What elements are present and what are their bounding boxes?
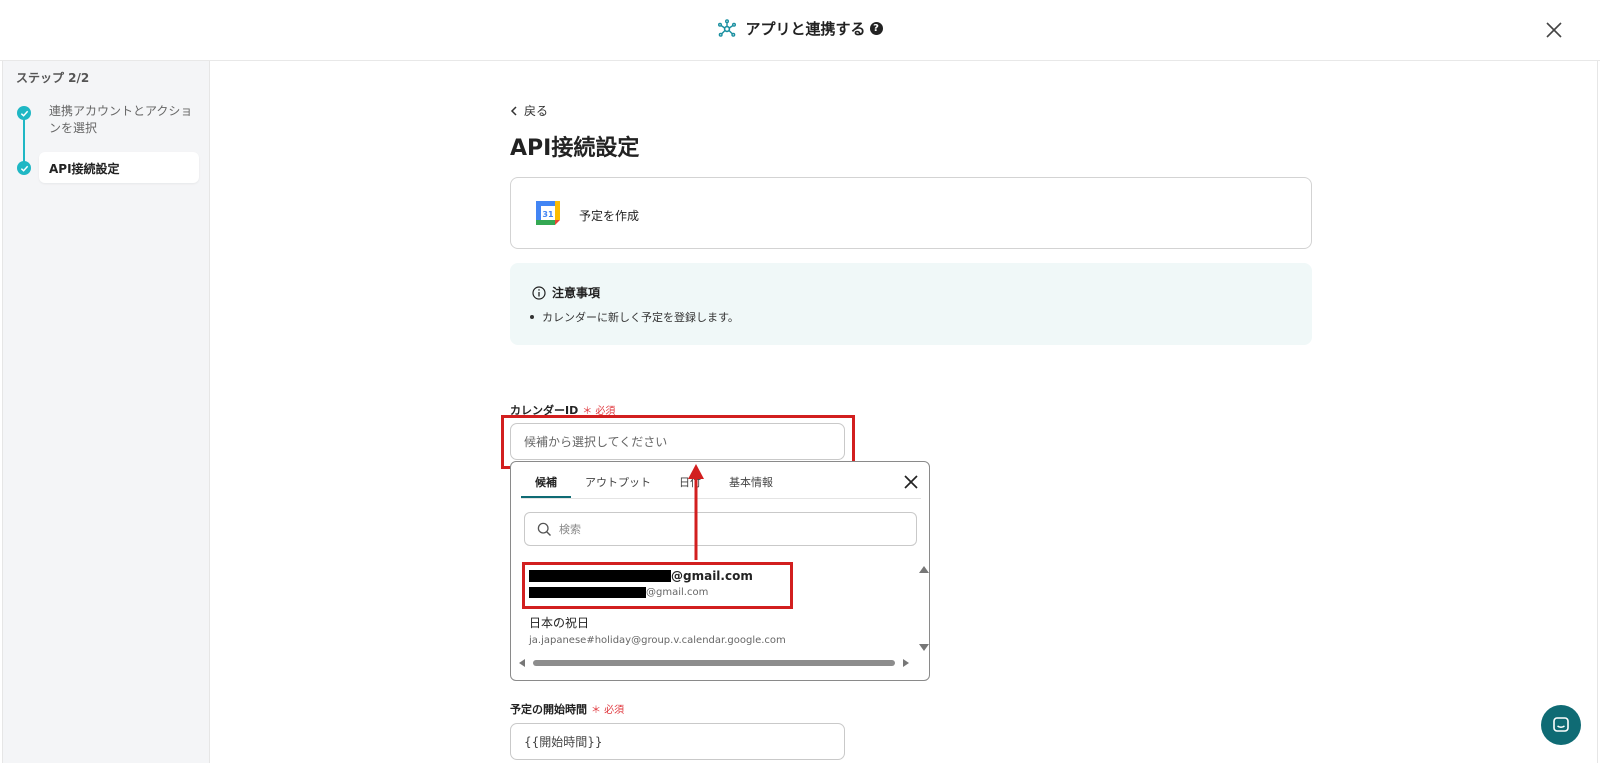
scroll-right-arrow[interactable] [903,659,909,667]
chat-support-button[interactable] [1541,705,1581,745]
option-subtitle: ja.japanese#holiday@group.v.calendar.goo… [529,635,786,646]
tab-candidates[interactable]: 候補 [521,462,571,498]
tab-basic-info[interactable]: 基本情報 [715,462,787,498]
modal-title: アプリと連携する ? [0,18,1600,39]
highlight-box-option [522,562,793,609]
info-icon [532,285,546,300]
step-connector [23,117,25,167]
step-counter: ステップ 2/2 [16,71,90,85]
step-item-select-action[interactable]: 連携アカウントとアクションを選択 [49,103,199,137]
back-link[interactable]: 戻る [510,102,548,119]
step-item-api-settings[interactable]: API接続設定 [39,152,199,183]
step-check-icon [17,161,31,175]
start-time-label: 予定の開始時間 ＊ 必須 [510,701,624,717]
app-connect-icon [718,18,737,37]
action-label: 予定を作成 [579,209,640,223]
step-sidebar: ステップ 2/2 連携アカウントとアクションを選択 API接続設定 [3,61,210,763]
chevron-left-icon [510,105,517,116]
notice-box: 注意事項 カレンダーに新しく予定を登録します。 [510,263,1312,345]
help-icon[interactable]: ? [869,22,883,35]
step-item-label: API接続設定 [49,162,120,176]
notice-title-text: 注意事項 [552,286,601,300]
step-check-icon [17,106,31,120]
search-icon [537,522,551,536]
option-title: 日本の祝日 [529,616,590,630]
modal-header: アプリと連携する ? [0,0,1600,61]
scroll-left-arrow[interactable] [519,659,525,667]
start-time-input[interactable]: {{開始時間}} [510,723,845,760]
svg-text:31: 31 [542,210,554,219]
tabs-divider [521,498,921,499]
close-icon[interactable] [903,474,919,490]
suggestion-search-input[interactable]: 検索 [524,512,917,546]
annotation-arrow [688,464,704,560]
required-badge: ＊ 必須 [591,705,625,716]
scroll-up-arrow[interactable] [919,566,929,573]
page-title: API接続設定 [510,136,640,161]
notice-title: 注意事項 [532,284,600,301]
search-placeholder: 検索 [559,523,581,536]
suggestion-tabs: 候補 アウトプット 日付 基本情報 [521,462,787,498]
action-card: 31 予定を作成 [510,177,1312,249]
google-calendar-icon: 31 [536,201,560,225]
chat-icon [1553,717,1569,732]
field-label-text: 予定の開始時間 [510,703,587,716]
tab-output[interactable]: アウトプット [571,462,665,498]
notice-item: カレンダーに新しく予定を登録します。 [530,311,739,324]
close-icon[interactable] [1543,19,1565,41]
modal-title-text: アプリと連携する [745,20,866,38]
horizontal-scrollbar[interactable] [533,660,895,666]
suggestion-option[interactable]: 日本の祝日 ja.japanese#holiday@group.v.calend… [529,614,786,646]
scroll-down-arrow[interactable] [919,644,929,651]
back-label: 戻る [524,104,549,118]
